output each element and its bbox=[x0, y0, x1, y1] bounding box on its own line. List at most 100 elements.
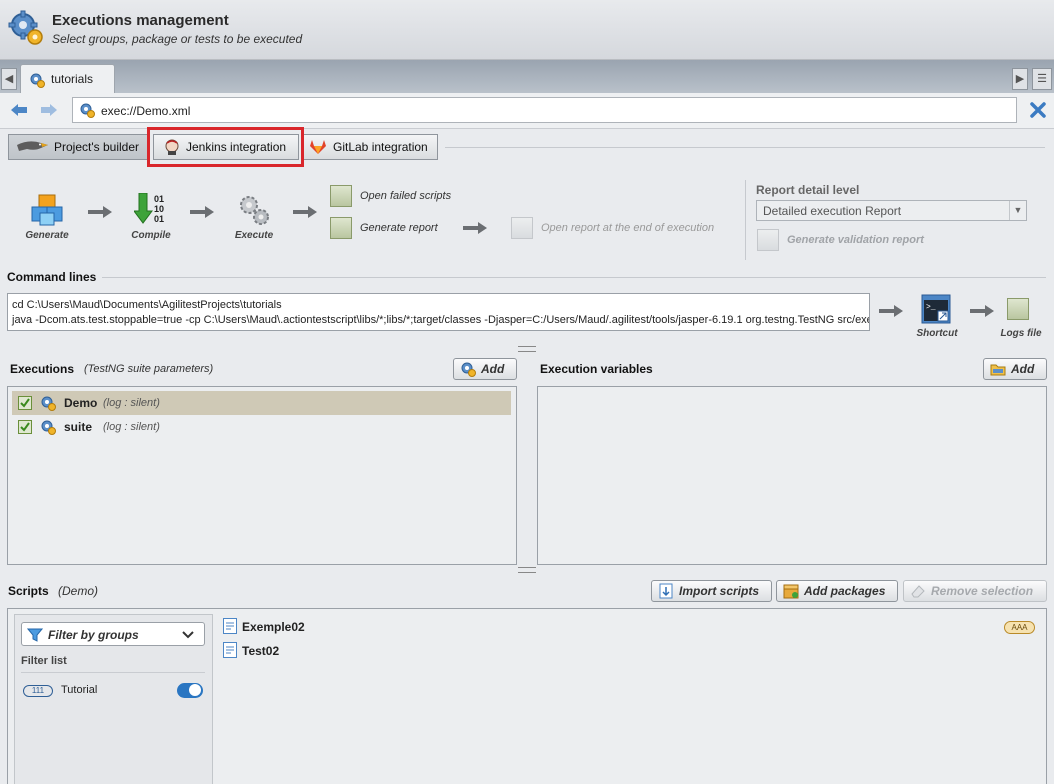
arrow-right-icon bbox=[879, 305, 903, 317]
report-divider bbox=[745, 180, 746, 260]
execution-meta: (log : silent) bbox=[103, 421, 160, 433]
list-item[interactable]: suite (log : silent) bbox=[12, 415, 511, 439]
add-execution-label: Add bbox=[481, 362, 505, 376]
tab-scroll-right-button[interactable]: ▶ bbox=[1012, 68, 1028, 90]
tab-projects-builder-label: Project's builder bbox=[54, 140, 139, 154]
report-level-select[interactable]: Detailed execution Report ▼ bbox=[756, 200, 1027, 221]
import-scripts-label: Import scripts bbox=[679, 584, 760, 598]
tab-list-menu-icon[interactable]: ☰ bbox=[1032, 68, 1052, 90]
tab-gitlab-integration-label: GitLab integration bbox=[333, 140, 428, 154]
gitlab-icon bbox=[310, 140, 326, 154]
checkbox-checked-icon[interactable] bbox=[18, 420, 32, 434]
script-name[interactable]: Exemple02 bbox=[242, 620, 305, 634]
execution-variables-title: Execution variables bbox=[540, 362, 653, 376]
url-field[interactable]: exec://Demo.xml bbox=[72, 97, 1017, 123]
generate-icon[interactable] bbox=[30, 193, 64, 227]
execution-variables-list bbox=[537, 386, 1047, 565]
suite-gear-icon bbox=[41, 420, 56, 435]
svg-text:>_: >_ bbox=[926, 303, 936, 312]
page-subtitle: Select groups, package or tests to be ex… bbox=[52, 32, 303, 46]
script-name[interactable]: Test02 bbox=[242, 644, 279, 658]
list-item[interactable]: Demo (log : silent) bbox=[12, 391, 511, 415]
highlight-box bbox=[147, 127, 304, 167]
logs-file-label: Logs file bbox=[1000, 328, 1042, 339]
close-icon[interactable] bbox=[1029, 101, 1047, 119]
gear-add-icon bbox=[461, 362, 476, 377]
group-name: Tutorial bbox=[61, 684, 98, 696]
tab-scroll-left-button[interactable]: ◀ bbox=[1, 68, 17, 90]
generate-label: Generate bbox=[25, 230, 69, 241]
aaa-badge: AAA bbox=[1004, 621, 1035, 634]
shortcut-label: Shortcut bbox=[916, 328, 958, 339]
svg-text:01: 01 bbox=[154, 214, 164, 224]
toggle-knob bbox=[189, 684, 201, 696]
tab-gitlab-integration[interactable]: GitLab integration bbox=[302, 134, 438, 160]
execution-name: suite bbox=[64, 420, 93, 434]
logs-file-checkbox[interactable] bbox=[1007, 298, 1029, 320]
filter-by-groups-select[interactable]: Filter by groups bbox=[21, 622, 205, 646]
remove-selection-button[interactable]: Remove selection bbox=[903, 580, 1047, 602]
open-report-end-label: Open report at the end of execution bbox=[541, 222, 715, 234]
command-lines-field[interactable]: cd C:\Users\Maud\Documents\AgilitestProj… bbox=[7, 293, 870, 331]
script-file-icon bbox=[223, 618, 243, 634]
open-failed-scripts-checkbox[interactable] bbox=[330, 185, 352, 207]
remove-selection-label: Remove selection bbox=[931, 584, 1034, 598]
scripts-title: Scripts bbox=[8, 584, 49, 598]
project-gear-icon bbox=[30, 73, 45, 88]
package-icon bbox=[783, 584, 799, 599]
report-detail-title: Report detail level bbox=[756, 183, 860, 197]
compile-icon[interactable]: 01 10 01 bbox=[134, 193, 170, 227]
command-lines-title: Command lines bbox=[7, 270, 97, 284]
tab-strip: ◀ ▶ ☰ bbox=[0, 60, 1054, 93]
tab-projects-builder[interactable]: Project's builder bbox=[8, 134, 148, 160]
execution-name: Demo bbox=[64, 396, 98, 410]
executions-gear-icon bbox=[8, 10, 43, 45]
import-scripts-button[interactable]: Import scripts bbox=[651, 580, 772, 602]
divider bbox=[445, 147, 1045, 148]
splitter-handle[interactable] bbox=[518, 567, 536, 573]
add-variable-label: Add bbox=[1011, 362, 1035, 376]
open-failed-scripts-label: Open failed scripts bbox=[360, 190, 452, 202]
chevron-down-icon bbox=[182, 631, 194, 639]
arrow-right-icon bbox=[463, 222, 487, 234]
group-badge: 111 bbox=[23, 685, 53, 697]
executions-list: Demo (log : silent) suite (log : silent) bbox=[7, 386, 517, 565]
splitter-handle[interactable] bbox=[518, 346, 536, 352]
eagle-icon bbox=[17, 141, 48, 151]
command-line-2: java -Dcom.ats.test.stoppable=true -cp C… bbox=[12, 314, 870, 326]
chevron-down-icon[interactable]: ▼ bbox=[1009, 201, 1026, 220]
add-packages-label: Add packages bbox=[804, 584, 886, 598]
add-packages-button[interactable]: Add packages bbox=[776, 580, 898, 602]
scripts-subtitle: (Demo) bbox=[58, 584, 99, 598]
import-icon bbox=[659, 583, 673, 599]
add-execution-button[interactable]: Add bbox=[453, 358, 517, 380]
forward-arrow-icon[interactable] bbox=[40, 102, 58, 118]
checkbox-checked-icon[interactable] bbox=[18, 396, 32, 410]
folder-add-icon bbox=[990, 364, 1006, 376]
arrow-right-icon bbox=[970, 305, 994, 317]
tab-tutorials[interactable]: tutorials bbox=[20, 64, 115, 94]
compile-label: Compile bbox=[131, 230, 171, 241]
shortcut-terminal-icon[interactable]: >_ bbox=[921, 294, 951, 324]
group-toggle[interactable] bbox=[177, 683, 203, 698]
back-arrow-icon[interactable] bbox=[10, 102, 28, 118]
open-report-end-checkbox[interactable] bbox=[511, 217, 533, 239]
tab-label: tutorials bbox=[51, 72, 94, 86]
generate-validation-checkbox[interactable] bbox=[757, 229, 779, 251]
divider bbox=[21, 672, 205, 673]
generate-report-checkbox[interactable] bbox=[330, 217, 352, 239]
generate-validation-label: Generate validation report bbox=[787, 234, 924, 246]
url-text: exec://Demo.xml bbox=[101, 104, 191, 118]
svg-text:10: 10 bbox=[154, 204, 164, 214]
filter-icon bbox=[27, 628, 43, 642]
add-variable-button[interactable]: Add bbox=[983, 358, 1047, 380]
generate-report-label: Generate report bbox=[360, 222, 438, 234]
execute-gears-icon[interactable] bbox=[237, 193, 271, 227]
divider bbox=[102, 277, 1046, 278]
arrow-right-icon bbox=[190, 206, 214, 218]
execute-label: Execute bbox=[234, 230, 274, 241]
arrow-right-icon bbox=[88, 206, 112, 218]
app-header: Executions management Select groups, pac… bbox=[0, 0, 1054, 60]
svg-text:01: 01 bbox=[154, 194, 164, 204]
executions-subtitle: (TestNG suite parameters) bbox=[84, 363, 214, 375]
